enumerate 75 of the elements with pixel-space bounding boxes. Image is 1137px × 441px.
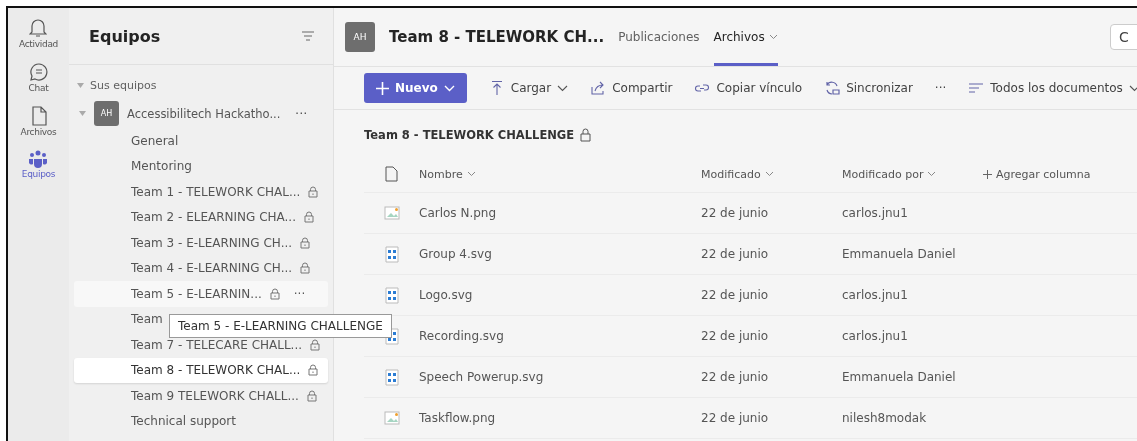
table-cell-text: Emmanuela Daniel <box>842 370 957 384</box>
rail-item[interactable]: Actividad <box>18 18 58 49</box>
lines-icon <box>968 80 985 96</box>
channel-item[interactable]: Technical support <box>74 408 328 434</box>
channel-item[interactable]: General <box>74 128 328 154</box>
toolbar-button[interactable]: Compartir <box>584 76 679 100</box>
toolbar-button[interactable]: Sincronizar <box>818 76 919 100</box>
panel-title: Equipos <box>89 26 161 46</box>
column-header[interactable]: Nombre <box>419 167 701 181</box>
team-avatar: AH <box>345 22 375 52</box>
caret-icon[interactable] <box>79 111 86 116</box>
file-name[interactable]: Speech Powerup.svg <box>419 370 701 384</box>
file-name[interactable]: Carlos N.png <box>419 206 701 220</box>
chevron-icon <box>557 84 569 92</box>
more-button[interactable]: ··· <box>928 77 953 99</box>
table-cell-text: 22 de junio <box>701 370 770 384</box>
table-cell-text: Emmanuela Daniel <box>842 247 957 261</box>
table-cell-text: 22 de junio <box>701 247 770 261</box>
table-cell-text: 22 de junio <box>701 288 770 302</box>
channel-item[interactable]: Team 9 TELEWORK CHALL... <box>74 383 328 409</box>
section-label: Sus equipos <box>90 78 157 92</box>
more-button[interactable]: ··· <box>293 286 306 301</box>
channel-item[interactable]: Team 3 - E-LEARNING CH... <box>74 230 328 256</box>
caret-icon[interactable] <box>77 82 84 88</box>
file-name[interactable]: Recording.svg <box>419 329 701 343</box>
folder-title: Team 8 - TELEWORK CHALLENGE <box>364 128 575 142</box>
share-icon <box>590 80 607 96</box>
rail-item[interactable]: Chat <box>28 62 49 93</box>
plus-icon <box>376 81 389 95</box>
team-name[interactable]: Accessibilitech Hackatho... <box>127 106 287 121</box>
more-button[interactable]: ··· <box>295 106 308 121</box>
filter-icon[interactable] <box>301 31 315 41</box>
rail-item[interactable]: Archivos <box>20 106 57 137</box>
rail-item[interactable]: Equipos <box>21 150 56 179</box>
chevron-icon <box>764 171 774 177</box>
channel-item[interactable]: Team 5 - E-LEARNIN... ··· <box>74 281 328 307</box>
file-name[interactable]: Group 4.svg <box>419 247 701 261</box>
file-icon <box>385 166 398 182</box>
chat-icon <box>28 62 49 82</box>
toolbar-button[interactable]: Cargar <box>482 76 575 100</box>
channel-item[interactable]: Team 4 - E-LEARNING CH... <box>74 255 328 281</box>
sync-icon <box>824 80 841 96</box>
column-header[interactable]: Modificado por <box>842 167 983 181</box>
toolbar-button[interactable]: Copiar vínculo <box>688 76 809 100</box>
table-cell-text: 22 de junio <box>701 329 770 343</box>
channel-item[interactable]: Mentoring <box>74 153 328 179</box>
tab[interactable]: Archivos <box>713 8 778 66</box>
side-button[interactable]: C <box>1110 24 1137 50</box>
file-icon <box>30 106 47 126</box>
table-cell-text: 22 de junio <box>701 206 770 220</box>
channel-item[interactable]: Team 8 - TELEWORK CHAL... <box>74 357 328 383</box>
table-cell-text: nilesh8modak <box>842 411 928 425</box>
chevron-icon <box>1128 84 1137 92</box>
team-avatar: AH <box>94 101 119 126</box>
new-button[interactable]: Nuevo <box>364 73 467 103</box>
toolbar-button[interactable]: Todos los documentos <box>962 76 1137 100</box>
table-cell-text: carlos.jnu1 <box>842 329 909 343</box>
file-name[interactable]: Taskflow.png <box>419 411 701 425</box>
table-cell-text: carlos.jnu1 <box>842 288 909 302</box>
people-icon <box>28 150 49 168</box>
team-title: Team 8 - TELEWORK CH... <box>389 28 605 46</box>
chevron-icon <box>927 171 937 177</box>
plus-icon <box>983 169 992 179</box>
table-cell-text: 22 de junio <box>701 411 770 425</box>
channel-item[interactable]: Team 2 - ELEARNING CHA... <box>74 204 328 230</box>
tooltip: Team 5 - E-LEARNING CHALLENGE <box>169 314 392 338</box>
chevron-icon <box>466 171 476 177</box>
chevron-icon <box>443 84 455 92</box>
bell-icon <box>29 18 48 38</box>
channel-item[interactable]: Team 1 - TELEWORK CHAL... <box>74 179 328 205</box>
add-column-button[interactable]: Agregar columna <box>983 167 1091 181</box>
table-cell-text: carlos.jnu1 <box>842 206 909 220</box>
tab[interactable]: Publicaciones <box>618 8 700 66</box>
column-header[interactable]: Modificado <box>701 167 842 181</box>
file-name[interactable]: Logo.svg <box>419 288 701 302</box>
